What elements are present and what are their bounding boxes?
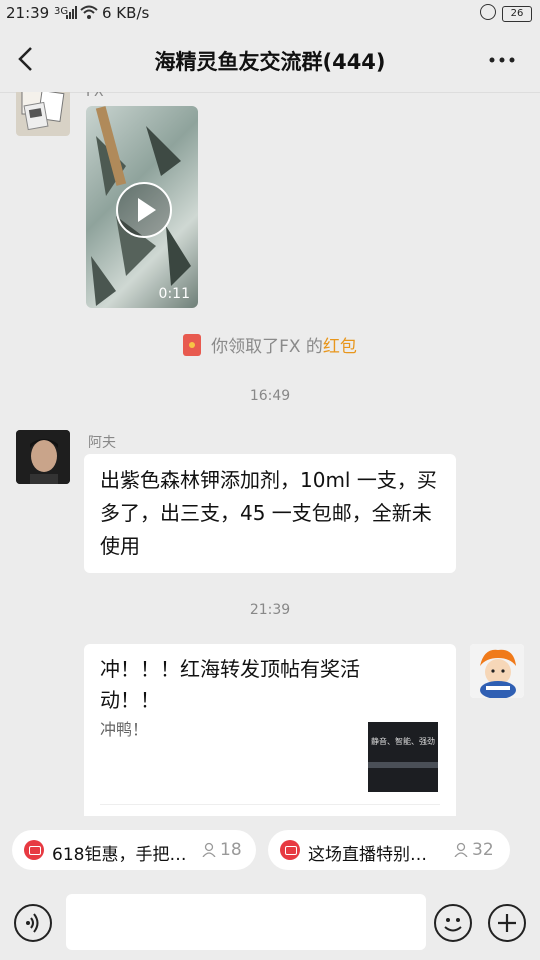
avatar-afu[interactable] [16, 430, 70, 484]
emoji-button[interactable] [434, 904, 472, 942]
link-card-message[interactable]: 冲！！！红海转发顶帖有奖活动！！ 冲鸭！ 静音、智能、强劲 [84, 644, 456, 816]
product-image [368, 762, 438, 768]
person-photo-icon [16, 430, 70, 484]
chat-area[interactable]: FX 0:11 你领取了FX 的红包 16:49 阿夫 出紫色森林钾添加剂，10… [0, 92, 540, 816]
video-duration: 0:11 [158, 286, 190, 302]
more-options-icon[interactable] [484, 44, 520, 74]
cartoon-avatar-icon [470, 644, 524, 698]
battery-icon: 26 [502, 6, 532, 22]
promo-count: 18 [220, 840, 242, 860]
avatar-fx[interactable] [16, 92, 70, 136]
emoji-icon [444, 918, 462, 932]
status-time: 21:39 [6, 4, 50, 22]
promo-text: 618钜惠，手把… [52, 845, 187, 865]
plus-icon [498, 914, 516, 932]
card-description: 冲鸭！ [100, 720, 149, 739]
status-bar: 21:39 3G 6 KB/s 26 [0, 0, 540, 28]
voice-input-button[interactable] [14, 904, 52, 942]
live-tv-icon [280, 840, 300, 860]
message-input[interactable] [66, 894, 426, 950]
signal-icon [66, 6, 77, 19]
voice-icon [26, 913, 39, 933]
red-packet-icon [183, 334, 202, 356]
network-speed: 6 KB/s [102, 4, 150, 22]
rotation-lock-icon [480, 4, 496, 20]
promo-count: 32 [472, 840, 494, 860]
input-bar [0, 886, 540, 960]
redpacket-notice: 你领取了FX 的红包 [0, 332, 540, 357]
video-message[interactable]: 0:11 [86, 106, 198, 308]
live-promo-item[interactable]: 这场直播特别… 32 [268, 830, 510, 870]
play-icon[interactable] [116, 182, 172, 238]
more-functions-button[interactable] [488, 904, 526, 942]
wifi-icon [80, 5, 98, 19]
timestamp: 21:39 [249, 602, 291, 618]
redpacket-text: 你领取了FX 的 [211, 337, 323, 357]
card-title: 冲！！！红海转发顶帖有奖活动！！ [100, 657, 360, 712]
live-promo-item[interactable]: 618钜惠，手把… 18 [12, 830, 256, 870]
chat-title: 海精灵鱼友交流群(444) [154, 50, 386, 74]
avatar-self[interactable] [470, 644, 524, 698]
card-thumbnail-text: 静音、智能、强劲 [371, 737, 435, 746]
sender-name: FX [86, 92, 104, 100]
nav-bar: 海精灵鱼友交流群(444) [0, 28, 540, 93]
card-thumbnail: 静音、智能、强劲 [368, 722, 438, 792]
timestamp: 16:49 [249, 388, 291, 404]
redpacket-link[interactable]: 红包 [323, 337, 357, 357]
sender-name: 阿夫 [88, 435, 116, 451]
user-count-icon [202, 842, 216, 857]
promo-bar: 618钜惠，手把… 18 这场直播特别… 32 [0, 816, 540, 886]
promo-text: 这场直播特别… [308, 845, 427, 865]
text-message[interactable]: 出紫色森林钾添加剂，10ml 一支，买多了，出三支，45 一支包邮，全新未使用 [84, 454, 456, 573]
photo-collage-icon [21, 92, 65, 131]
user-count-icon [454, 842, 468, 857]
card-divider [100, 804, 440, 805]
live-tv-icon [24, 840, 44, 860]
